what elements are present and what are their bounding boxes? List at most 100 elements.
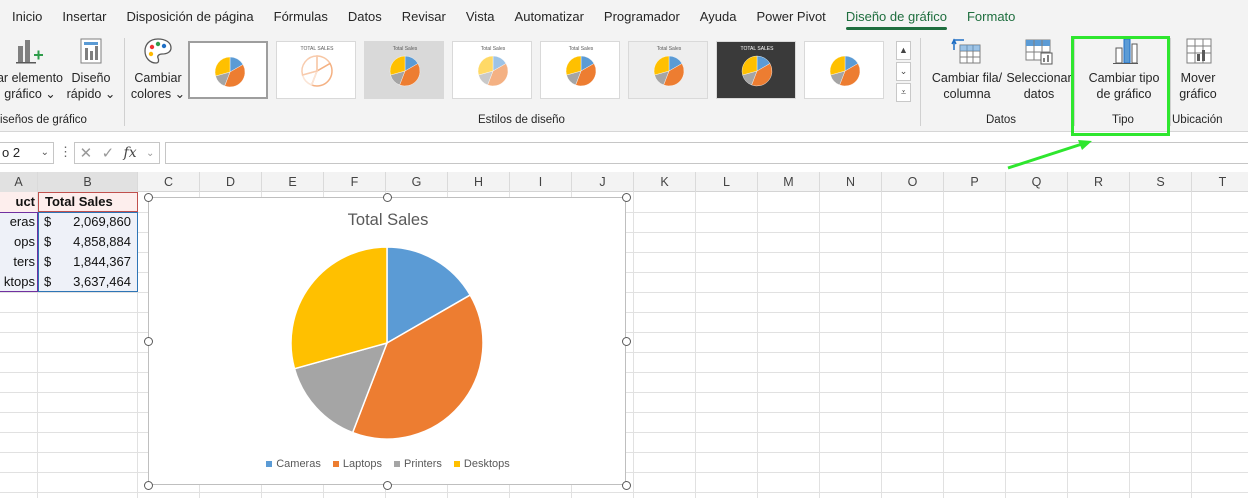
add-chart-element-button[interactable]: ar elemento gráfico ⌄ <box>0 36 64 102</box>
resize-handle[interactable] <box>143 192 153 202</box>
add-chart-element-label-1: ar elemento <box>0 71 63 85</box>
gallery-more-button[interactable]: ⩡ <box>896 83 911 102</box>
legend-label: Cameras <box>276 458 321 470</box>
quick-layout-button[interactable]: Diseño rápido ⌄ <box>66 36 116 102</box>
legend-swatch <box>266 461 273 467</box>
chart-style-preview: Total Sales <box>653 46 685 87</box>
column-header-i[interactable]: I <box>510 172 572 192</box>
chart-style-preview: Total Sales <box>565 46 597 87</box>
move-chart-icon <box>1186 38 1212 64</box>
tab-ayuda[interactable]: Ayuda <box>690 0 747 34</box>
chart-style-preview: TOTAL SALES <box>301 46 334 87</box>
change-colors-button[interactable]: Cambiar colores ⌄ <box>131 36 185 102</box>
chart-style-thumbnail[interactable] <box>188 41 268 99</box>
cancel-icon[interactable]: ✕ <box>80 144 93 162</box>
gallery-down-button[interactable]: ⌄ <box>896 62 911 81</box>
column-header-s[interactable]: S <box>1130 172 1192 192</box>
resize-handle[interactable] <box>143 480 153 490</box>
select-data-label-1: Seleccionar <box>1006 71 1072 85</box>
legend-item-desktops[interactable]: Desktops <box>453 458 510 470</box>
column-header-j[interactable]: J <box>572 172 634 192</box>
gallery-scroll: ▲ ⌄ ⩡ <box>896 41 912 103</box>
column-header-c[interactable]: C <box>138 172 200 192</box>
tab-formato[interactable]: Formato <box>957 0 1025 34</box>
chart-styles-gallery: TOTAL SALES Total Sales Total Sales Total S… <box>188 41 896 101</box>
column-header-d[interactable]: D <box>200 172 262 192</box>
group-label-location: Ubicación <box>1172 114 1223 126</box>
switch-row-column-button[interactable]: Cambiar fila/ columna <box>930 36 1004 102</box>
ribbon: ar elemento gráfico ⌄ Diseño rápido ⌄ is… <box>0 34 1248 132</box>
chart-legend[interactable]: Cameras Laptops Printers Desktops <box>149 458 627 470</box>
palette-icon <box>144 38 172 64</box>
column-header-h[interactable]: H <box>448 172 510 192</box>
tab-revisar[interactable]: Revisar <box>392 0 456 34</box>
column-header-f[interactable]: F <box>324 172 386 192</box>
chart-style-thumbnail[interactable]: Total Sales <box>452 41 532 99</box>
column-header-n[interactable]: N <box>820 172 882 192</box>
chevron-down-icon: ⌄ <box>40 147 49 158</box>
more-options-icon[interactable]: ⋮ <box>59 144 72 160</box>
resize-handle[interactable] <box>382 192 392 202</box>
resize-handle[interactable] <box>621 192 631 202</box>
tab-inicio[interactable]: Inicio <box>2 0 52 34</box>
table-header-cell[interactable]: uct <box>0 192 37 212</box>
resize-handle[interactable] <box>143 336 153 346</box>
tab-datos[interactable]: Datos <box>338 0 392 34</box>
chart-style-thumbnail[interactable] <box>804 41 884 99</box>
insert-function-icon[interactable]: fx <box>124 145 137 161</box>
pie-chart[interactable]: Total Sales Cameras Laptops Printers Deskto… <box>148 197 626 485</box>
tab-automatizar[interactable]: Automatizar <box>505 0 594 34</box>
column-header-b[interactable]: B <box>38 172 138 192</box>
select-data-button[interactable]: Seleccionar datos <box>1006 36 1072 102</box>
enter-icon[interactable]: ✓ <box>102 144 115 162</box>
switch-row-column-icon <box>951 38 981 64</box>
column-header-o[interactable]: O <box>882 172 944 192</box>
tab-power-pivot[interactable]: Power Pivot <box>746 0 835 34</box>
legend-item-printers[interactable]: Printers <box>394 458 442 470</box>
column-header-p[interactable]: P <box>944 172 1006 192</box>
column-header-a[interactable]: A <box>0 172 38 192</box>
column-header-m[interactable]: M <box>758 172 820 192</box>
legend-item-laptops[interactable]: Laptops <box>332 458 382 470</box>
chart-style-thumbnail[interactable]: Total Sales <box>364 41 444 99</box>
column-header-r[interactable]: R <box>1068 172 1130 192</box>
ribbon-separator <box>124 38 125 126</box>
ribbon-tab-bar: Inicio Insertar Disposición de página Fórmu… <box>0 0 1248 34</box>
formula-actions: ✕ ✓ fx ⌄ <box>74 142 160 164</box>
pie-plot <box>290 246 484 440</box>
group-label-data: Datos <box>986 114 1017 126</box>
chart-style-thumbnail[interactable]: Total Sales <box>628 41 708 99</box>
group-label-chart-styles: Estilos de diseño <box>478 114 565 126</box>
gallery-up-button[interactable]: ▲ <box>896 41 911 60</box>
chart-style-thumbnail[interactable]: Total Sales <box>540 41 620 99</box>
tab-diseño-de-gráfico[interactable]: Diseño de gráfico <box>836 0 957 34</box>
column-header-l[interactable]: L <box>696 172 758 192</box>
name-box[interactable]: o 2 ⌄ <box>0 142 54 164</box>
switch-row-column-label-1: Cambiar fila/ <box>931 71 1003 85</box>
tab-vista[interactable]: Vista <box>456 0 505 34</box>
table-header-cell[interactable]: Total Sales <box>38 192 138 212</box>
chart-style-preview-slice <box>316 55 332 73</box>
legend-label: Printers <box>404 458 442 470</box>
column-header-g[interactable]: G <box>386 172 448 192</box>
column-header-k[interactable]: K <box>634 172 696 192</box>
chart-style-preview-slice <box>310 62 333 87</box>
legend-swatch <box>453 461 460 467</box>
tab-insertar[interactable]: Insertar <box>52 0 116 34</box>
resize-handle[interactable] <box>621 336 631 346</box>
chart-style-thumbnail[interactable]: TOTAL SALES <box>276 41 356 99</box>
legend-label: Laptops <box>342 458 382 470</box>
tab-fórmulas[interactable]: Fórmulas <box>264 0 338 34</box>
tab-programador[interactable]: Programador <box>594 0 690 34</box>
resize-handle[interactable] <box>382 480 392 490</box>
chart-style-thumbnail[interactable]: TOTAL SALES <box>716 41 796 99</box>
move-chart-button[interactable]: Mover gráfico <box>1174 36 1222 102</box>
column-header-t[interactable]: T <box>1192 172 1248 192</box>
column-header-q[interactable]: Q <box>1006 172 1068 192</box>
chart-style-preview-title: TOTAL SALES <box>741 46 775 52</box>
legend-item-cameras[interactable]: Cameras <box>266 458 321 470</box>
chevron-down-icon[interactable]: ⌄ <box>146 148 154 159</box>
tab-disposición-de-página[interactable]: Disposición de página <box>116 0 263 34</box>
resize-handle[interactable] <box>621 480 631 490</box>
column-header-e[interactable]: E <box>262 172 324 192</box>
